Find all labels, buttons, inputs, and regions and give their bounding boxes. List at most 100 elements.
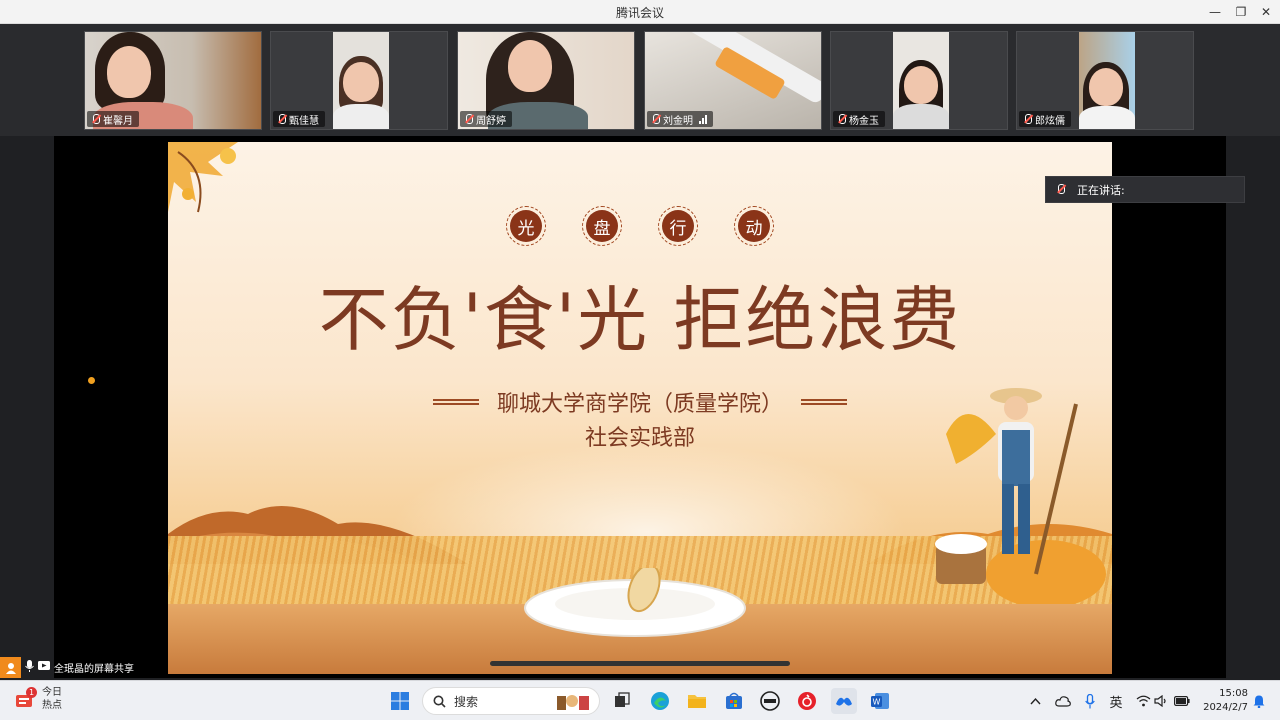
- user-icon: [0, 657, 21, 678]
- widget-subtitle: 热点: [42, 700, 62, 711]
- mic-icon: [1056, 184, 1065, 195]
- mic-muted-icon: [277, 113, 286, 125]
- video-feed: [893, 32, 949, 129]
- microphone-button[interactable]: [1080, 691, 1100, 711]
- clock-date: 2024/2/7: [1203, 702, 1248, 713]
- participant-nametag: 刘金明: [647, 111, 713, 127]
- taskbar-app-meeting[interactable]: [831, 688, 857, 714]
- screen-share-status: 全珉晶的屏幕共享: [0, 657, 134, 678]
- onedrive-button[interactable]: [1053, 691, 1073, 711]
- window-title: 腾讯会议: [615, 6, 664, 20]
- battery-button[interactable]: [1172, 691, 1192, 711]
- participant-nametag: 周舒婷: [460, 111, 512, 127]
- clock-time: 15:08: [1219, 688, 1248, 699]
- participant-nametag: 崔馨月: [87, 111, 139, 127]
- close-button[interactable]: ✕: [1253, 0, 1279, 24]
- bell-icon: [1253, 695, 1265, 708]
- widget-title: 今日: [42, 687, 62, 698]
- slogan-badge: 动: [734, 206, 774, 246]
- participant-tile[interactable]: 崔馨月: [84, 31, 262, 130]
- participant-name: 刘金明: [663, 115, 693, 127]
- taskbar-search[interactable]: 搜索: [422, 687, 600, 715]
- notification-badge: 1: [26, 687, 37, 698]
- store-icon: [726, 692, 742, 709]
- participant-tile[interactable]: 甄佳慧: [270, 31, 448, 130]
- presentation-progress-bar: [490, 661, 790, 666]
- participant-name: 周舒婷: [476, 115, 506, 127]
- windows-icon: [391, 692, 409, 710]
- news-icon: 1: [14, 687, 37, 709]
- participant-nametag: 甄佳慧: [273, 111, 325, 127]
- signal-strength-icon: [699, 114, 707, 124]
- participant-name: 杨金玉: [849, 115, 879, 127]
- widgets-button[interactable]: 1 今日 热点: [14, 686, 62, 712]
- task-view-icon: [615, 692, 630, 707]
- chevron-up-icon: [1029, 697, 1041, 705]
- video-feed: [1079, 32, 1135, 129]
- input-method-button[interactable]: 英: [1106, 691, 1126, 711]
- slide-title: 不负'食'光 拒绝浪费: [318, 279, 962, 361]
- volume-button[interactable]: [1151, 691, 1171, 711]
- netease-music-icon: [798, 692, 816, 710]
- plate-with-rice-decoration: [524, 568, 746, 637]
- presentation-slide: 光 盘 行 动 不负'食'光 拒绝浪费 聊城大学商学院（质量学院） 社会实践部: [168, 142, 1112, 674]
- divider: [432, 399, 479, 405]
- battery-icon: [1174, 696, 1190, 706]
- edge-icon: [651, 692, 669, 710]
- dell-icon: [760, 691, 780, 711]
- speaking-indicator: 正在讲话:: [1045, 176, 1245, 203]
- folder-icon: [688, 695, 706, 708]
- wifi-button[interactable]: [1133, 691, 1153, 711]
- taskbar-app-store[interactable]: [721, 688, 747, 714]
- wifi-icon: [1136, 695, 1150, 707]
- minimize-button[interactable]: —: [1202, 0, 1228, 24]
- task-view-button[interactable]: [609, 688, 635, 714]
- mic-muted-icon: [837, 113, 846, 125]
- participant-name: 崔馨月: [103, 115, 133, 127]
- taskbar-app-explorer[interactable]: [684, 688, 710, 714]
- participant-tile[interactable]: 刘金明: [644, 31, 822, 130]
- participant-tile[interactable]: 周舒婷: [457, 31, 635, 130]
- participant-tile[interactable]: 郎炫儒: [1016, 31, 1194, 130]
- participant-tile[interactable]: 杨金玉: [830, 31, 1008, 130]
- taskbar-app-edge[interactable]: [647, 688, 673, 714]
- restore-button[interactable]: ❐: [1228, 0, 1254, 24]
- volume-icon: [1154, 695, 1166, 707]
- pointer-dot: [88, 377, 95, 384]
- minimize-icon: —: [1209, 5, 1221, 19]
- mic-muted-icon: [464, 113, 473, 125]
- search-highlight-icon: [557, 695, 589, 710]
- slogan-badge: 光: [506, 206, 546, 246]
- divider: [801, 399, 847, 405]
- taskbar-app-word[interactable]: W: [867, 688, 893, 714]
- search-icon: [433, 695, 446, 708]
- title-bar: 腾讯会议 — ❐ ✕: [0, 0, 1280, 24]
- svg-text:W: W: [873, 698, 881, 707]
- taskbar-app-music[interactable]: [794, 688, 820, 714]
- start-button[interactable]: [387, 688, 413, 714]
- cloud-icon: [1055, 695, 1071, 707]
- microphone-icon: [1085, 693, 1095, 708]
- notifications-button[interactable]: [1249, 691, 1269, 711]
- mic-muted-icon: [91, 113, 100, 125]
- tray-overflow-button[interactable]: [1025, 691, 1045, 711]
- mic-muted-icon: [651, 113, 660, 125]
- restore-icon: ❐: [1235, 5, 1247, 19]
- organization-name: 聊城大学商学院（质量学院）: [496, 392, 783, 417]
- tencent-meeting-icon: [836, 697, 852, 706]
- system-clock[interactable]: 15:08 2024/2/7: [1196, 687, 1248, 715]
- video-feed: [333, 32, 389, 129]
- speaking-label: 正在讲话:: [1077, 183, 1125, 197]
- screen-share-label: 全珉晶的屏幕共享: [54, 664, 134, 675]
- search-placeholder: 搜索: [454, 694, 479, 709]
- mic-icon: [25, 660, 34, 675]
- participant-name: 甄佳慧: [289, 115, 319, 127]
- taskbar-app-dell[interactable]: [757, 688, 783, 714]
- participant-nametag: 郎炫儒: [1019, 111, 1071, 127]
- screen-share-icon: [38, 661, 50, 674]
- participant-nametag: 杨金玉: [833, 111, 885, 127]
- mic-muted-icon: [1023, 113, 1032, 125]
- farmer-illustration: [935, 388, 1106, 604]
- close-icon: ✕: [1260, 5, 1272, 19]
- word-icon: W: [871, 693, 889, 709]
